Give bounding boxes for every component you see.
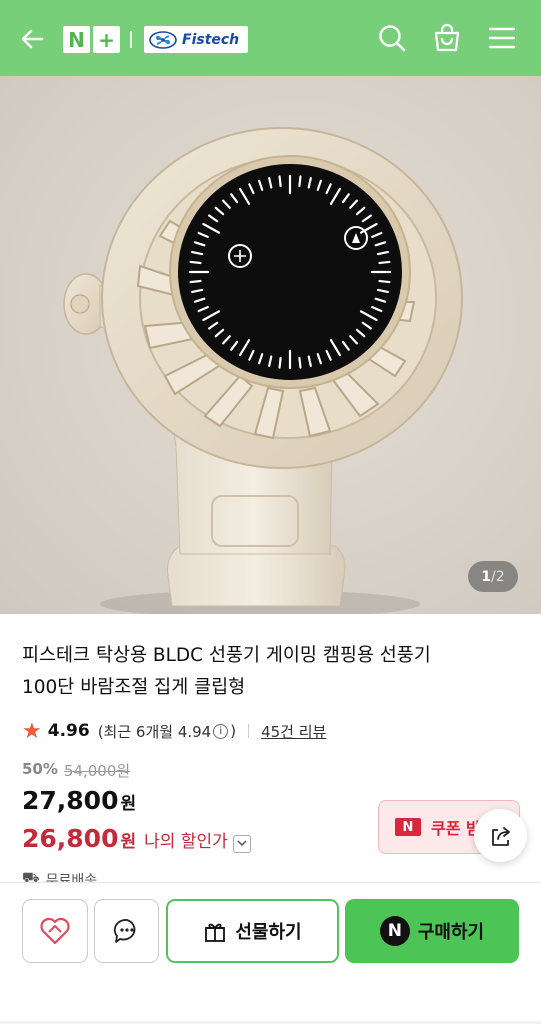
brand-logo[interactable]: Fistech xyxy=(144,26,248,53)
gift-label: 선물하기 xyxy=(235,922,302,943)
my-price-currency: 원 xyxy=(120,832,137,852)
product-title-line1: 피스테크 탁상용 BLDC 선풍기 게이밍 캠핑용 선풍기 xyxy=(22,645,431,666)
dial-tick xyxy=(189,279,202,284)
naver-pay-badge: N xyxy=(379,916,410,946)
dial-tick xyxy=(189,260,202,265)
sale-price-currency: 원 xyxy=(120,794,137,814)
image-counter-total: 2 xyxy=(495,568,505,585)
star-icon: ★ xyxy=(22,718,42,744)
rating-row: ★ 4.96 (최근 6개월 4.94 i ) 45건 리뷰 xyxy=(22,718,326,744)
product-title: 피스테크 탁상용 BLDC 선풍기 게이밍 캠핑용 선풍기 100단 바람조절 … xyxy=(22,640,522,704)
rating-divider xyxy=(248,724,250,738)
review-count-link[interactable]: 45건 리뷰 xyxy=(261,721,326,742)
my-price-value: 26,800 xyxy=(22,824,119,853)
heart-icon xyxy=(40,917,70,945)
naver-plus-badge[interactable]: N + xyxy=(63,26,120,53)
gift-button[interactable]: 선물하기 xyxy=(166,899,339,963)
share-button[interactable] xyxy=(474,809,527,862)
gift-icon xyxy=(205,923,226,942)
dial-tick xyxy=(378,260,391,265)
chat-bubble-icon xyxy=(113,919,135,943)
shopping-bag-icon[interactable] xyxy=(431,22,463,54)
dial-tick xyxy=(298,356,302,369)
fan-illustration xyxy=(63,127,463,614)
header-divider xyxy=(130,31,132,48)
image-counter-current: 1 xyxy=(481,568,492,585)
share-icon xyxy=(491,826,510,846)
brand-name: Fistech xyxy=(182,31,240,48)
fan-logo-icon xyxy=(149,30,177,49)
naver-n-badge: N xyxy=(63,26,90,53)
dial-tick xyxy=(378,279,391,284)
product-image[interactable] xyxy=(0,76,541,614)
sale-price-value: 27,800 xyxy=(22,786,119,815)
info-icon[interactable]: i xyxy=(213,723,229,739)
like-button[interactable] xyxy=(22,899,88,963)
recent-rating-text: (최근 6개월 4.94 xyxy=(97,722,212,741)
sale-price: 27,800 원 xyxy=(22,786,136,815)
buy-button[interactable]: N 구매하기 xyxy=(345,899,519,963)
buy-label: 구매하기 xyxy=(417,922,485,943)
hamburger-menu-icon[interactable] xyxy=(486,22,518,54)
coupon-n-badge: N xyxy=(395,818,421,836)
image-counter: 1 / 2 xyxy=(468,561,518,592)
my-price-label: 나의 할인가 xyxy=(144,832,228,852)
dial-tick xyxy=(298,175,302,188)
original-price: 54,000원 xyxy=(63,762,131,780)
dial-tick xyxy=(278,356,282,369)
bottom-action-bar: 선물하기 N 구매하기 xyxy=(0,882,541,1024)
discount-row: 50% 54,000원 xyxy=(22,760,130,781)
top-header: N + Fistech xyxy=(0,0,541,76)
arrow-left-icon[interactable] xyxy=(18,24,48,54)
my-discount-price[interactable]: 26,800 원 나의 할인가 xyxy=(22,824,251,853)
plus-badge: + xyxy=(93,26,120,53)
chevron-down-icon[interactable] xyxy=(232,834,251,853)
dial-tick xyxy=(278,175,282,188)
rating-score: 4.96 xyxy=(47,721,90,741)
discount-rate: 50% xyxy=(22,760,58,778)
product-title-line2: 100단 바람조절 집게 클립형 xyxy=(22,677,246,698)
search-icon[interactable] xyxy=(376,22,408,54)
chat-button[interactable] xyxy=(94,899,159,963)
recent-rating-close: ) xyxy=(230,722,237,740)
